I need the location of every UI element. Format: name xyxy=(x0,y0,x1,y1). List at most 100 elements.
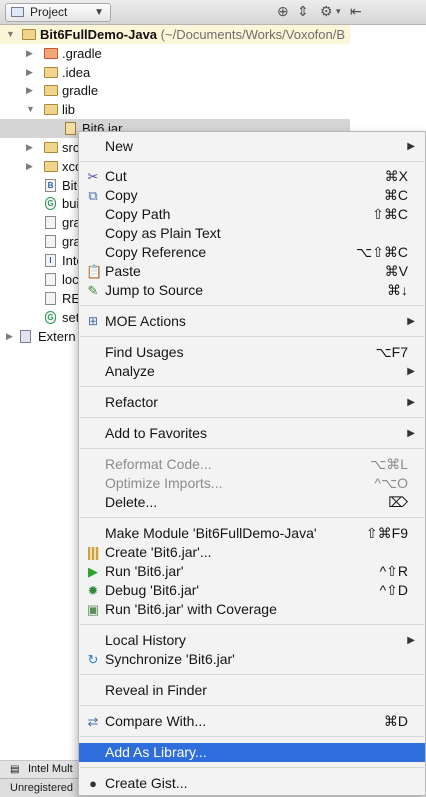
gradle-file-icon: G xyxy=(45,197,56,210)
chevron-right-icon[interactable]: ▶ xyxy=(26,63,33,82)
chevron-right-icon[interactable]: ▶ xyxy=(26,138,33,157)
tree-item-label: set xyxy=(62,310,80,325)
tree-item-lib[interactable]: ▼ lib xyxy=(0,100,350,119)
tree-item-idea-dir[interactable]: ▶ .idea xyxy=(0,63,350,82)
tool-window-tab[interactable]: ▤ Intel Mult xyxy=(0,760,80,778)
menu-item-run-with-coverage[interactable]: ▣ Run 'Bit6.jar' with Coverage xyxy=(79,600,425,619)
menu-item-reveal-in-finder[interactable]: Reveal in Finder xyxy=(79,681,425,700)
menu-separator xyxy=(80,736,424,737)
menu-item-label: Jump to Source xyxy=(105,282,204,298)
collapse-all-icon[interactable]: ⇕ xyxy=(297,3,309,20)
hide-panel-icon[interactable]: ⇤ xyxy=(350,3,362,20)
menu-separator xyxy=(80,336,424,337)
menu-item-shortcut: ⇧⌘F9 xyxy=(365,525,408,541)
menu-item-label: Compare With... xyxy=(105,713,207,729)
chevron-right-icon[interactable]: ▶ xyxy=(26,157,33,176)
submenu-arrow-icon: ▶ xyxy=(407,635,415,646)
menu-item-label: Reveal in Finder xyxy=(105,682,207,698)
chevron-down-icon[interactable]: ▼ xyxy=(6,25,15,44)
menu-separator xyxy=(80,161,424,162)
chevron-right-icon[interactable]: ▶ xyxy=(26,81,33,100)
menu-item-debug[interactable]: ✹ Debug 'Bit6.jar' ^⇧D xyxy=(79,581,425,600)
menu-item-synchronize[interactable]: ↻ Synchronize 'Bit6.jar' xyxy=(79,650,425,669)
submenu-arrow-icon: ▶ xyxy=(407,316,415,327)
sync-icon: ↻ xyxy=(87,652,99,667)
project-view-selector[interactable]: Project ▼ xyxy=(5,3,111,22)
menu-item-shortcut: ⇧⌘C xyxy=(372,206,408,222)
menu-item-label: Create 'Bit6.jar'... xyxy=(105,544,212,560)
tree-item-label: loc xyxy=(62,272,79,287)
coverage-icon: ▣ xyxy=(86,602,100,617)
run-play-icon: ▶ xyxy=(88,564,98,579)
menu-separator xyxy=(80,448,424,449)
menu-item-new[interactable]: New ▶ xyxy=(79,137,425,156)
submenu-arrow-icon: ▶ xyxy=(407,141,415,152)
menu-item-local-history[interactable]: Local History ▶ xyxy=(79,631,425,650)
menu-item-add-to-favorites[interactable]: Add to Favorites ▶ xyxy=(79,424,425,443)
menu-item-label: Debug 'Bit6.jar' xyxy=(105,582,200,598)
sync-scroll-icon[interactable]: ⊕ xyxy=(277,3,289,20)
menu-item-label: New xyxy=(105,138,134,154)
menu-item-label: MOE Actions xyxy=(105,313,186,329)
menu-item-shortcut: ⌥⇧⌘C xyxy=(356,244,408,260)
moe-actions-icon: ⊞ xyxy=(87,314,99,328)
menu-item-copy-reference[interactable]: Copy Reference ⌥⇧⌘C xyxy=(79,243,425,262)
menu-item-label: Create Gist... xyxy=(105,775,188,791)
clipboard-paste-icon: 📋 xyxy=(86,264,103,279)
menu-item-shortcut: ⌘↓ xyxy=(387,282,408,298)
settings-dropdown-icon[interactable]: ▾ xyxy=(336,3,341,20)
menu-item-label: Add to Favorites xyxy=(105,425,207,441)
menu-item-create-config[interactable]: Create 'Bit6.jar'... xyxy=(79,543,425,562)
menu-item-shortcut: ⌘D xyxy=(383,713,408,729)
tool-window-tab-label: Intel Mult xyxy=(28,763,73,775)
menu-item-paste[interactable]: 📋 Paste ⌘V xyxy=(79,262,425,281)
gradle-file-icon: G xyxy=(45,311,56,324)
menu-item-refactor[interactable]: Refactor ▶ xyxy=(79,393,425,412)
chevron-down-icon[interactable]: ▼ xyxy=(26,100,35,119)
tree-root-row[interactable]: ▼ Bit6FullDemo-Java (~/Documents/Works/V… xyxy=(0,25,350,44)
menu-separator xyxy=(80,386,424,387)
menu-item-add-as-library[interactable]: Add As Library... xyxy=(79,743,425,762)
menu-item-jump-to-source[interactable]: ✎ Jump to Source ⌘↓ xyxy=(79,281,425,300)
folder-icon xyxy=(44,142,58,153)
menu-item-create-gist[interactable]: ● Create Gist... xyxy=(79,774,425,793)
menu-separator xyxy=(80,767,424,768)
folder-icon xyxy=(44,48,58,59)
menu-item-cut[interactable]: ✂ Cut ⌘X xyxy=(79,167,425,186)
menu-item-moe-actions[interactable]: ⊞ MOE Actions ▶ xyxy=(79,312,425,331)
menu-separator xyxy=(80,517,424,518)
menu-item-compare-with[interactable]: ⇄ Compare With... ⌘D xyxy=(79,712,425,731)
menu-item-run[interactable]: ▶ Run 'Bit6.jar' ^⇧R xyxy=(79,562,425,581)
chevron-right-icon[interactable]: ▶ xyxy=(26,44,33,63)
menu-item-copy-path[interactable]: Copy Path ⇧⌘C xyxy=(79,205,425,224)
tree-item-gradle-dir[interactable]: ▶ .gradle xyxy=(0,44,350,63)
menu-item-analyze[interactable]: Analyze ▶ xyxy=(79,362,425,381)
menu-item-make-module[interactable]: Make Module 'Bit6FullDemo-Java' ⇧⌘F9 xyxy=(79,524,425,543)
menu-item-label: Run 'Bit6.jar' with Coverage xyxy=(105,601,277,617)
menu-item-delete[interactable]: Delete... ⌦ xyxy=(79,493,425,512)
menu-item-label: Local History xyxy=(105,632,186,648)
menu-item-label: Reformat Code... xyxy=(105,456,212,472)
menu-item-label: Make Module 'Bit6FullDemo-Java' xyxy=(105,525,317,541)
menu-item-shortcut: ⌘C xyxy=(383,187,408,203)
menu-item-label: Analyze xyxy=(105,363,155,379)
module-file-icon: B xyxy=(45,179,56,192)
status-text: Unregistered xyxy=(10,782,73,794)
menu-item-copy[interactable]: ⧉ Copy ⌘C xyxy=(79,186,425,205)
settings-gear-icon[interactable]: ⚙ xyxy=(320,3,333,20)
menu-item-optimize-imports: Optimize Imports... ^⌥O xyxy=(79,474,425,493)
menu-item-find-usages[interactable]: Find Usages ⌥F7 xyxy=(79,343,425,362)
submenu-arrow-icon: ▶ xyxy=(407,428,415,439)
jar-file-icon xyxy=(65,122,76,135)
copy-icon: ⧉ xyxy=(88,188,98,203)
menu-item-copy-plain-text[interactable]: Copy as Plain Text xyxy=(79,224,425,243)
menu-item-label: Copy Path xyxy=(105,206,171,222)
project-view-icon xyxy=(11,7,24,17)
tree-item-label: lib xyxy=(62,102,76,117)
menu-item-shortcut: ⌥⌘L xyxy=(370,456,408,472)
tree-item-gradle-folder[interactable]: ▶ gradle xyxy=(0,81,350,100)
chevron-down-icon: ▼ xyxy=(94,7,104,18)
chevron-right-icon[interactable]: ▶ xyxy=(6,327,13,346)
tree-root-label: Bit6FullDemo-Java (~/Documents/Works/Vox… xyxy=(40,25,345,44)
folder-icon xyxy=(44,85,58,96)
